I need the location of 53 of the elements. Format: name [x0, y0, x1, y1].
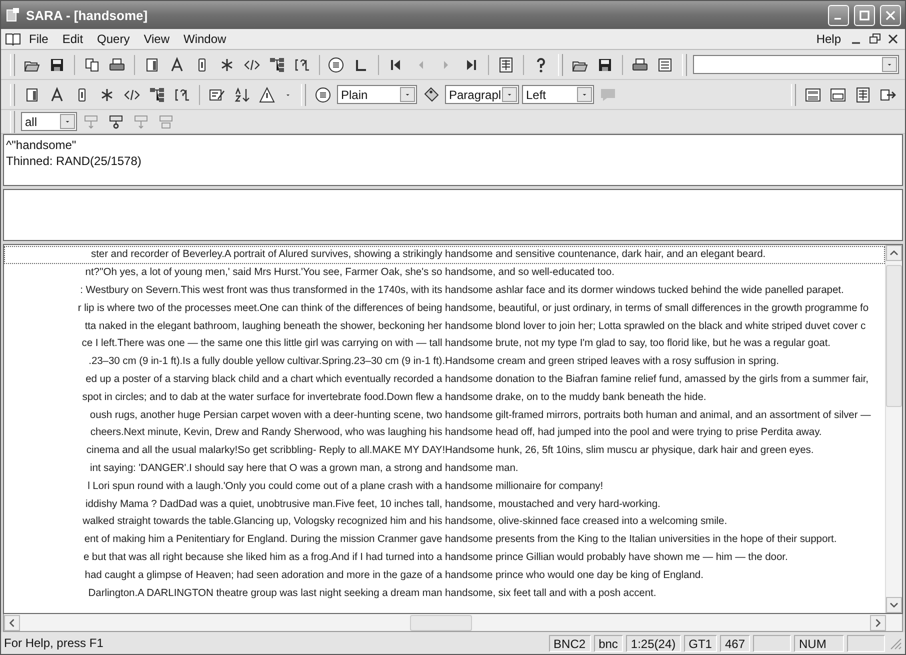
concordance-line[interactable]: ce I left.There was one — the same one this little girl was carrying on with — tall handsome brute, not my type I'm glad to say, too florid like, but he was a regular goat. — [4, 334, 885, 353]
app-icon — [5, 7, 21, 23]
vertical-scrollbar[interactable] — [885, 245, 902, 613]
maximize-icon[interactable] — [858, 8, 871, 22]
concordance-line[interactable]: walked straight towards the table.Glancing up, Vologsky recognized him and his handsome, olive-skinned face creased into a welcoming smile. — [4, 512, 885, 531]
concordance-line[interactable]: .23–30 cm (9 in-1 ft).Is a fully double yellow cultivar.Spring.23–30 cm (9 in-1 ft).Handsome cream and green striped leaves with a rosy suffusion in spring. — [4, 352, 885, 371]
status-pane: GT1 — [684, 634, 717, 652]
menu-item[interactable]: Window — [178, 31, 232, 47]
status-pane — [847, 634, 885, 652]
filter-dropdown[interactable]: all — [21, 112, 77, 131]
concordance-line[interactable]: tta naked in the elegant bathroom, laughing beneath the shower, beckoning her handsome blond lover to join her; Lotta sprawled on the black and white striped duvet cover c — [4, 317, 885, 335]
scrollbar-thumb[interactable] — [410, 614, 472, 630]
concordance-line[interactable]: oush rugs, another huge Persian carpet woven with a deer-hunting scene, two handsome gilt-framed mirrors, portraits both human and animal, and an assortment of silver — — [4, 406, 885, 424]
concordance-line[interactable]: ent of making him a Penitentiary for England. During the mission Cranmer gave handsome presents from the King to the Italian universities in the hope of their support. — [4, 530, 885, 549]
concordance-line[interactable]: l Lori spun round with a laugh.'Only you could come out of a plane crash with a handsome millionaire for company! — [4, 477, 885, 496]
concordance-line[interactable]: had caught a glimpse of Heaven; had seen adoration and more in the gaze of a handsome prince who would one day be king of England. — [4, 566, 885, 584]
menu-item[interactable]: View — [138, 31, 176, 47]
horizontal-scrollbar[interactable] — [3, 614, 903, 632]
menu-item[interactable]: File — [23, 31, 54, 47]
status-pane: bnc — [594, 634, 623, 652]
resize-grip-icon[interactable] — [888, 636, 902, 650]
status-pane: 1:25(24) — [626, 634, 681, 652]
book-icon — [5, 31, 21, 47]
status-message: For Help, press F1 — [4, 636, 104, 650]
concordance-line[interactable]: r lip is where two of the processes meet.One can think of the differences of being handsome, beautiful, or just ordinary, in terms of small differences in the growth programme fo — [4, 299, 885, 318]
align-dropdown[interactable]: Left — [522, 85, 594, 104]
close-button[interactable] — [880, 4, 901, 26]
concordance-line[interactable]: spot in circles; and to dab at the water surface for invertebrate food.Down flew a handsome drake, on to the muddy bank beneath the hide. — [4, 388, 885, 406]
query-text: Thinned: RAND(25/1578) — [6, 154, 142, 168]
concordance-line[interactable]: cinema and all the usual malarky!So get scribbling- Reply to all.MAKE MY DAY!Handsome hunk, 26, 5ft 10ins, slim muscu ar physique, dark hair and green eyes. — [4, 442, 885, 460]
maximize-button[interactable] — [854, 4, 875, 26]
unit-dropdown[interactable]: Paragrapl — [445, 85, 519, 104]
status-indicator: NUM — [794, 634, 844, 652]
concordance-line[interactable]: Darlington.A DARLINGTON theatre group was last night seeking a dream man handsome, six feet tall and with a posh accent. — [4, 584, 885, 602]
concordance-line[interactable]: nt?''Oh yes, a lot of young men,' said Mrs Hurst.'You see, Farmer Oak, she's so handsome, and so well-educated too. — [4, 264, 885, 282]
status-pane — [753, 634, 791, 652]
style-dropdown[interactable]: Plain — [337, 85, 417, 104]
status-pane: 467 — [720, 634, 750, 652]
window-title: SARA - [handsome] — [26, 8, 149, 22]
concordance-line[interactable]: : Westbury on Severn.This west front was thus transformed in the 1740s, with its handsome ashlar face and its dormer windows tucked behind the wide panelled parapet. — [4, 282, 885, 300]
scrollbar-thumb[interactable] — [886, 265, 902, 407]
menu-item[interactable]: Edit — [56, 31, 90, 47]
search-combo[interactable] — [692, 55, 899, 74]
minimize-button[interactable] — [828, 4, 849, 26]
menu-item[interactable]: Query — [91, 31, 136, 47]
query-text: ^"handsome" — [6, 138, 76, 152]
status-pane: BNC2 — [548, 634, 591, 652]
menu-item[interactable]: Help — [810, 31, 847, 47]
concordance-line[interactable]: e but that was all right because she liked him as a frog.And if I had turned into a handsome prince Gillian would probably have shown me — him — the door. — [4, 548, 885, 566]
concordance-line[interactable]: ed up a poster of a starving black child and a chart which eventually recorded a handsome donation to the Biafran famine relief fund, amassed by the girls from a summer fair, — [4, 370, 885, 388]
concordance-line[interactable]: int saying: 'DANGER'.I should say here that O was a grown man, a strong and handsome man. — [4, 460, 885, 478]
concordance-line[interactable]: cheers.Next minute, Kevin, Drew and Randy Sherwood, who was laughing his handsome head off, had jumped into the pool and were trying to prise Perdita away. — [4, 424, 885, 442]
concordance-line[interactable]: iddishy Mama ? DadDad was a quiet, unobtrusive man.Five feet, 10 inches tall, handsome, moustached and very hard-working. — [4, 495, 885, 513]
